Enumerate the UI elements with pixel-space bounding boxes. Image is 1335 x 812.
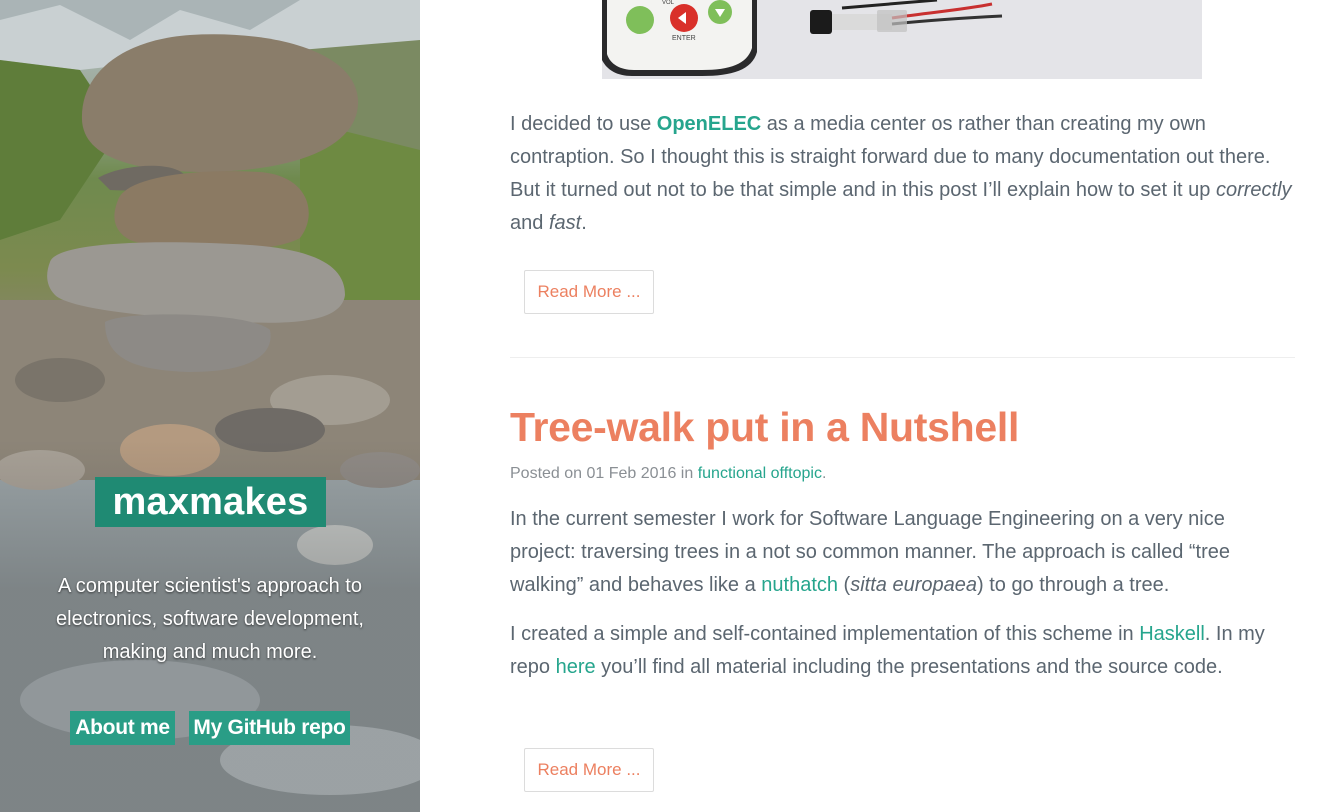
post-excerpt-openelec: I decided to use OpenELEC as a media cen…	[510, 113, 1292, 234]
read-more-button[interactable]: Read More ...	[524, 270, 654, 314]
openelec-link[interactable]: OpenELEC	[657, 113, 761, 135]
read-more-button-2[interactable]: Read More ...	[524, 748, 654, 792]
remote-receiver-photo: VOL ENTER	[602, 0, 1202, 79]
site-brand[interactable]: maxmakes	[95, 477, 326, 527]
remote-enter-label: ENTER	[672, 35, 696, 42]
main-content: VOL ENTER I decided to use OpenELEC as a…	[420, 0, 1335, 812]
post-title[interactable]: Tree-walk put in a Nutshell	[510, 400, 1019, 454]
nuthatch-link[interactable]: nuthatch	[761, 574, 838, 596]
about-me-link[interactable]: About me	[70, 711, 175, 745]
github-repo-link[interactable]: My GitHub repo	[189, 711, 350, 745]
post-meta: Posted on 01 Feb 2016 in functional offt…	[510, 465, 827, 482]
repo-here-link[interactable]: here	[556, 656, 596, 678]
post-paragraph-1: In the current semester I work for Softw…	[510, 508, 1230, 596]
category-link[interactable]: functional offtopic	[698, 465, 822, 482]
post-image-remote-receiver: VOL ENTER	[602, 0, 1202, 79]
remote-vol-label: VOL	[662, 0, 675, 6]
post-divider	[510, 357, 1295, 358]
haskell-link[interactable]: Haskell	[1139, 623, 1205, 645]
site-tagline: A computer scientist's approach to elect…	[56, 575, 364, 663]
sidebar: maxmakes A computer scientist's approach…	[0, 0, 420, 812]
post-paragraph-2: I created a simple and self-contained im…	[510, 623, 1265, 678]
